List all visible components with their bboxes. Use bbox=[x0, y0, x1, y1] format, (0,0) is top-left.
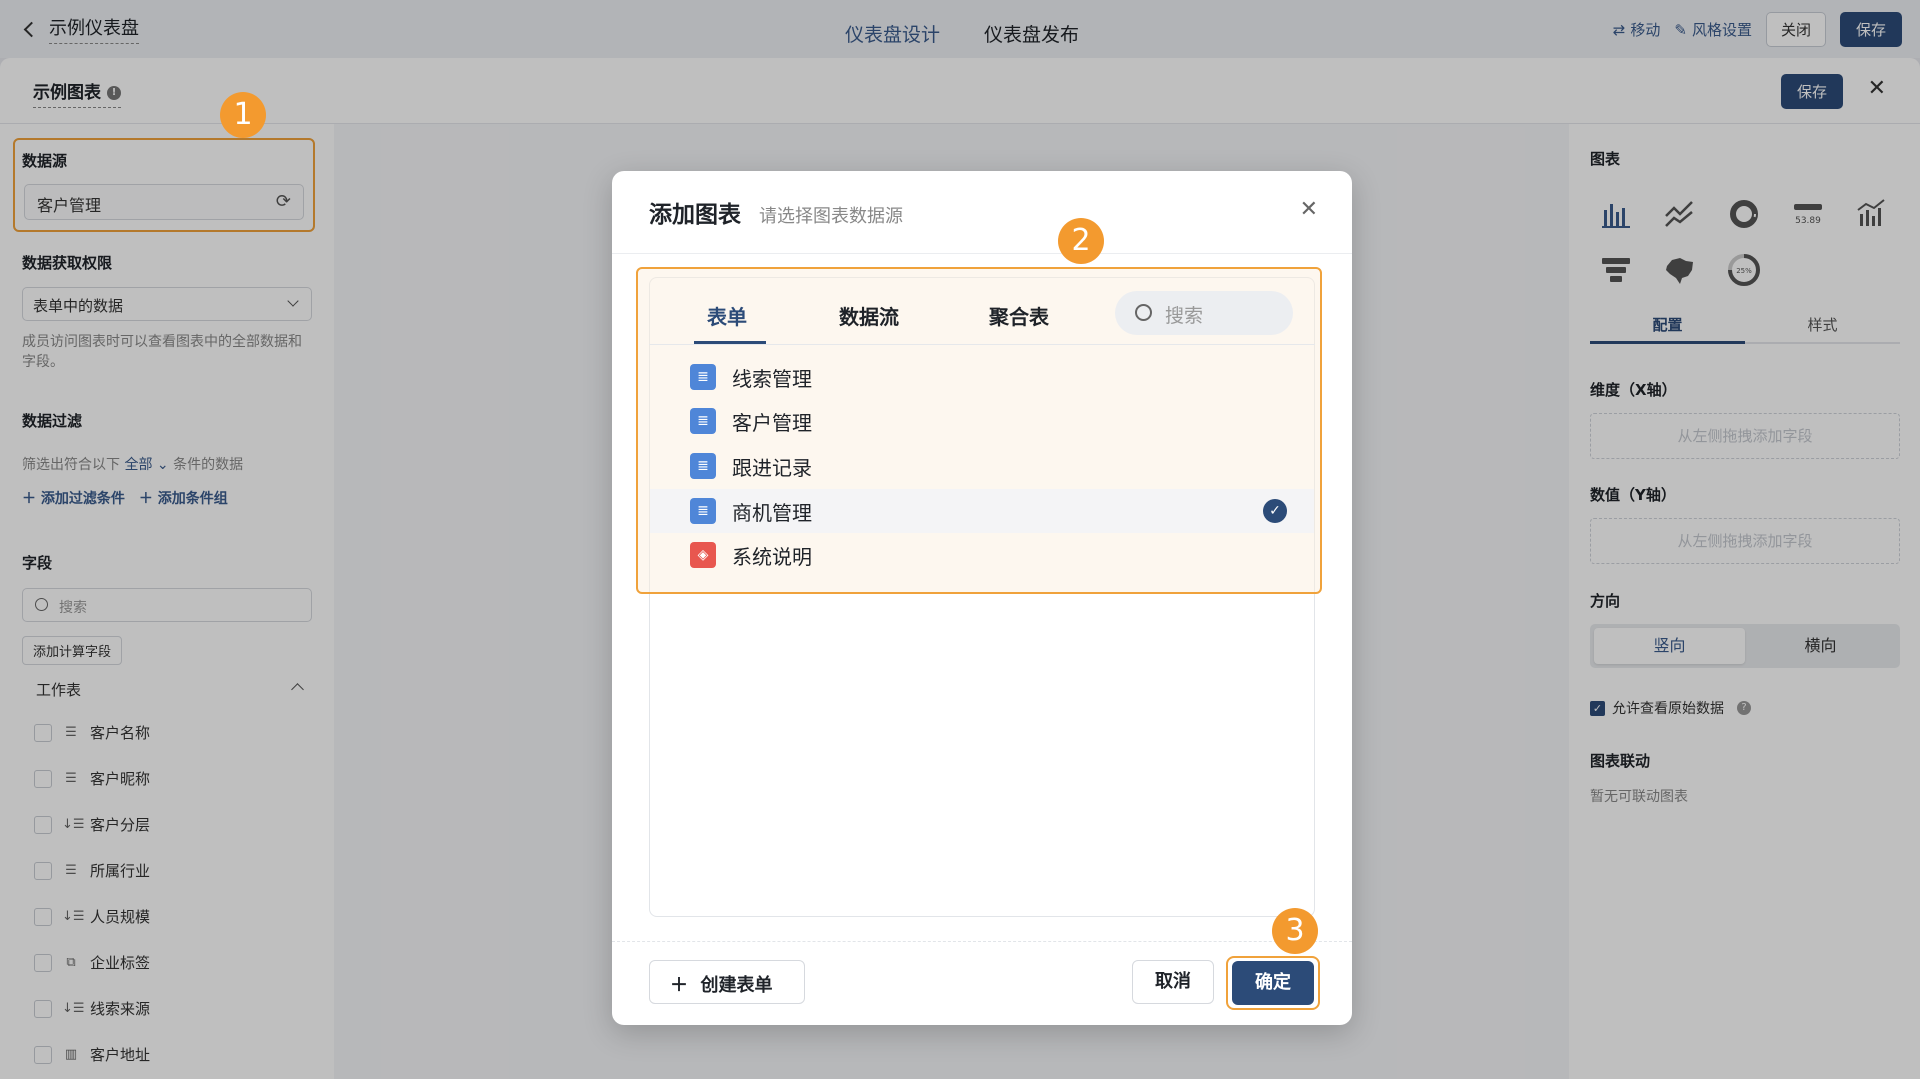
tab-dataflow[interactable]: 数据流 bbox=[839, 301, 899, 330]
datasource-item[interactable]: ≣ 跟进记录 bbox=[650, 444, 1314, 488]
active-tab-indicator bbox=[694, 341, 766, 344]
datasource-item[interactable]: ◈ 系统说明 bbox=[650, 533, 1314, 577]
datasource-item[interactable]: ≣ 客户管理 bbox=[650, 399, 1314, 443]
form-doc-icon: ≣ bbox=[690, 408, 716, 434]
step-badge-2: 2 bbox=[1058, 218, 1104, 264]
add-chart-dialog: 添加图表 请选择图表数据源 ✕ 表单 数据流 聚合表 搜索 ≣ 线索管理 ≣ 客户管… bbox=[612, 171, 1352, 1025]
dialog-title: 添加图表 bbox=[649, 202, 741, 228]
form-doc-icon: ≣ bbox=[690, 364, 716, 390]
step-badge-3: 3 bbox=[1272, 908, 1318, 954]
cancel-button[interactable]: 取消 bbox=[1132, 960, 1214, 1004]
datasource-item-selected[interactable]: ≣ 商机管理 ✓ bbox=[650, 489, 1314, 533]
check-circle-icon: ✓ bbox=[1263, 499, 1287, 523]
plus-icon: ＋ bbox=[670, 975, 688, 996]
divider bbox=[612, 253, 1352, 254]
confirm-button[interactable]: 确定 bbox=[1232, 961, 1314, 1005]
tab-aggregate[interactable]: 聚合表 bbox=[989, 301, 1049, 330]
create-form-button[interactable]: ＋ 创建表单 bbox=[649, 960, 805, 1004]
close-icon[interactable]: ✕ bbox=[1300, 197, 1318, 222]
form-doc-icon: ≣ bbox=[690, 453, 716, 479]
footer-divider bbox=[612, 941, 1352, 942]
datasource-tabs: 表单 数据流 聚合表 搜索 bbox=[649, 281, 1315, 345]
search-icon bbox=[1135, 304, 1152, 321]
tab-forms[interactable]: 表单 bbox=[707, 301, 747, 330]
datasource-item[interactable]: ≣ 线索管理 bbox=[650, 355, 1314, 399]
dialog-subtitle: 请选择图表数据源 bbox=[759, 206, 903, 227]
step-badge-1: 1 bbox=[220, 92, 266, 138]
datasource-search-input[interactable]: 搜索 bbox=[1115, 291, 1293, 335]
form-doc-icon: ≣ bbox=[690, 498, 716, 524]
cube-icon: ◈ bbox=[690, 542, 716, 568]
